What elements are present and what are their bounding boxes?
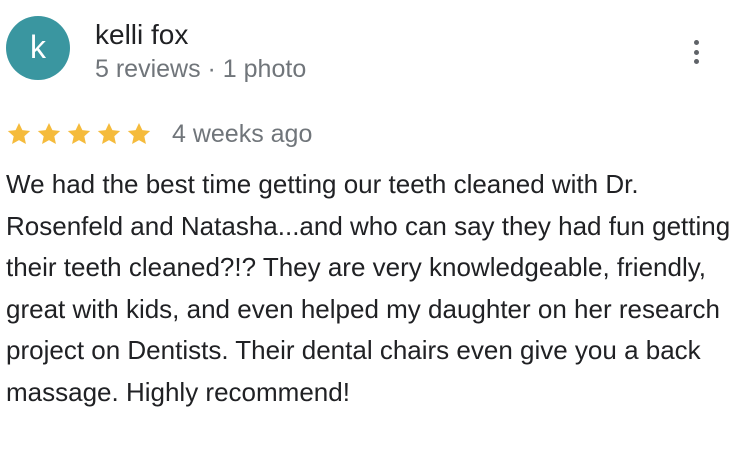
author-meta: 5 reviews · 1 photo [95, 55, 307, 83]
star-icon [97, 122, 121, 144]
review-card: k kelli fox 5 reviews · 1 photo 4 weeks … [0, 0, 740, 464]
star-icon [127, 122, 151, 144]
more-vertical-icon [693, 40, 699, 45]
review-date: 4 weeks ago [172, 120, 313, 148]
star-icon [7, 122, 31, 144]
avatar[interactable]: k [6, 16, 70, 80]
more-vertical-icon-dot [693, 59, 699, 64]
author-name[interactable]: kelli fox [95, 17, 188, 53]
star-icon [67, 122, 91, 144]
star-icon [37, 122, 61, 144]
review-text: We had the best time getting our teeth c… [6, 169, 731, 407]
more-vertical-icon-dot [693, 49, 699, 55]
more-options-button[interactable] [680, 34, 712, 70]
rating-row: 4 weeks ago [6, 114, 312, 154]
star-rating [6, 121, 152, 147]
